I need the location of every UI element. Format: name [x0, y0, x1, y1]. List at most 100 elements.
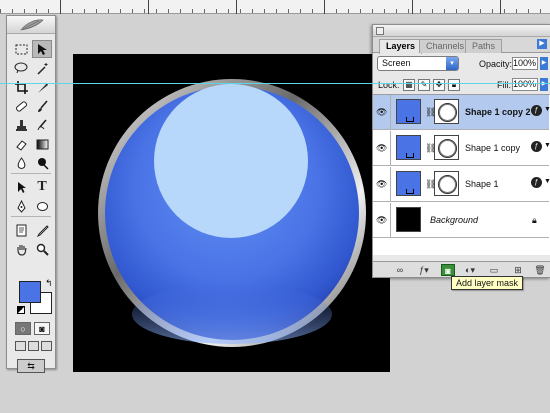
screen-mode-full[interactable] — [41, 341, 52, 351]
layer-thumbnail — [396, 207, 421, 232]
layer-row[interactable]: 👁︎ ⛓ Shape 1 copy 2 ƒ ▼ — [373, 95, 550, 130]
panel-menu-icon[interactable]: ▶ — [537, 39, 547, 49]
screen-mode-menu[interactable] — [28, 341, 39, 351]
visibility-toggle[interactable]: 👁︎ — [373, 95, 391, 130]
expand-effects-icon[interactable]: ▼ — [544, 142, 550, 149]
lock-image-icon[interactable]: ✎ — [418, 79, 430, 91]
lock-transparency-icon[interactable]: ▦ — [403, 79, 415, 91]
layer-row[interactable]: 👁︎ ⛓ Shape 1 copy ƒ ▼ — [373, 131, 550, 166]
horizontal-ruler[interactable] — [0, 0, 550, 14]
link-layers-icon[interactable]: ∞ — [393, 264, 407, 276]
pen-icon[interactable] — [11, 197, 31, 215]
path-select-icon[interactable] — [11, 178, 31, 196]
hand-icon[interactable] — [11, 240, 31, 258]
notes-icon[interactable] — [11, 221, 31, 239]
toolbox-divider — [11, 216, 51, 219]
brush-icon[interactable] — [32, 97, 52, 115]
blur-icon[interactable] — [11, 154, 31, 172]
layer-thumbnail — [396, 171, 421, 196]
opacity-label: Opacity: — [479, 59, 513, 69]
default-colors-icon[interactable] — [17, 306, 25, 314]
lock-all-icon[interactable]: 🔒︎ — [448, 79, 460, 91]
visibility-toggle[interactable]: 👁︎ — [373, 131, 391, 166]
eye-icon[interactable]: 👁︎ — [376, 107, 388, 117]
type-icon[interactable]: T — [32, 178, 52, 196]
toolbox-header[interactable] — [7, 16, 55, 34]
fill-field[interactable]: 100% — [512, 78, 538, 91]
fill-label: Fill: — [497, 80, 511, 90]
expand-effects-icon[interactable]: ▼ — [544, 106, 550, 113]
fx-icon[interactable]: ƒ — [531, 105, 542, 116]
screen-mode-standard[interactable] — [15, 341, 26, 351]
fx-icon[interactable]: ƒ — [531, 141, 542, 152]
feather-icon[interactable] — [19, 18, 45, 32]
zoom-icon[interactable] — [32, 240, 52, 258]
new-group-icon[interactable]: ▭ — [487, 264, 501, 276]
layer-row[interactable]: 👁︎ Background 🔒︎ — [373, 203, 549, 238]
lock-label: Lock: — [378, 80, 400, 90]
visibility-toggle[interactable]: 👁︎ — [373, 167, 391, 202]
swap-colors-icon[interactable]: ↰ — [45, 278, 53, 289]
eye-icon[interactable]: 👁︎ — [376, 179, 388, 189]
opacity-field[interactable]: 100% — [512, 57, 538, 70]
vector-mask-thumbnail[interactable] — [434, 171, 459, 196]
blend-mode-value: Screen — [382, 58, 411, 68]
magic-wand-icon[interactable] — [32, 59, 52, 77]
visibility-toggle[interactable]: 👁︎ — [373, 203, 391, 238]
slice-icon[interactable] — [32, 78, 52, 96]
close-icon[interactable] — [376, 27, 384, 35]
tab-layers[interactable]: Layers — [379, 39, 423, 54]
shape-icon[interactable] — [32, 197, 52, 215]
adjustment-layer-icon[interactable]: ◐▾ — [463, 264, 477, 276]
ruler-tick — [500, 0, 501, 14]
lock-position-icon[interactable]: ✥ — [433, 79, 445, 91]
tab-paths[interactable]: Paths — [465, 39, 503, 53]
glass-orb-artwork — [98, 79, 366, 347]
expand-effects-icon[interactable]: ▼ — [544, 178, 550, 185]
fx-icon[interactable]: ƒ — [531, 177, 542, 188]
lasso-icon[interactable] — [11, 59, 31, 77]
tab-channels[interactable]: Channels — [419, 39, 472, 53]
quick-mask-button[interactable]: ◙ — [34, 322, 50, 335]
tool-grid: T — [11, 40, 53, 259]
new-layer-icon[interactable]: ⊞ — [511, 264, 525, 276]
crop-icon[interactable] — [11, 78, 31, 96]
layer-thumbnail — [396, 135, 421, 160]
eyedropper-icon[interactable] — [32, 221, 52, 239]
eye-icon[interactable]: 👁︎ — [376, 143, 388, 153]
chevron-down-icon: ▾ — [446, 57, 458, 70]
blend-mode-select[interactable]: Screen ▾ — [377, 56, 459, 71]
move-icon[interactable] — [32, 40, 52, 58]
layer-thumbnail — [396, 99, 421, 124]
dodge-icon[interactable] — [32, 154, 52, 172]
panel-titlebar[interactable] — [373, 25, 550, 37]
layer-row[interactable]: 👁︎ ⛓ Shape 1 ƒ ▼ — [373, 167, 550, 202]
vector-mask-thumbnail[interactable] — [434, 135, 459, 160]
eraser-icon[interactable] — [11, 135, 31, 153]
vector-mask-thumbnail[interactable] — [434, 99, 459, 124]
document-canvas[interactable] — [73, 54, 390, 372]
gradient-icon[interactable] — [32, 135, 52, 153]
fill-arrow-icon[interactable]: ▶ — [540, 78, 548, 91]
jump-to-imageready-button[interactable]: ⇆ — [17, 359, 45, 373]
ruler-tick — [236, 0, 237, 14]
healing-icon[interactable] — [11, 97, 31, 115]
eye-icon[interactable]: 👁︎ — [376, 215, 388, 225]
layer-list: 👁︎ ⛓ Shape 1 copy 2 ƒ ▼ 👁︎ ⛓ Shape 1 cop… — [373, 95, 550, 255]
blend-row: Screen ▾ Opacity: 100% ▶ — [373, 53, 550, 75]
marquee-icon[interactable] — [11, 40, 31, 58]
horizontal-guide[interactable] — [0, 83, 550, 84]
trash-icon[interactable]: 🗑︎ — [533, 264, 547, 276]
layers-panel: Layers Channels Paths ▶ Screen ▾ Opacity… — [372, 24, 550, 278]
stamp-icon[interactable] — [11, 116, 31, 134]
layer-name: Shape 1 copy — [465, 143, 521, 153]
fx-icon[interactable]: ƒ▾ — [417, 264, 431, 276]
standard-mode-button[interactable]: ○ — [15, 322, 31, 335]
foreground-color-swatch[interactable] — [19, 281, 41, 303]
ruler-tick — [148, 0, 149, 14]
history-brush-icon[interactable] — [32, 116, 52, 134]
opacity-arrow-icon[interactable]: ▶ — [540, 57, 548, 70]
layers-panel-footer: ∞ ƒ▾ ◙ ◐▾ ▭ ⊞ 🗑︎ — [373, 261, 550, 277]
ruler-tick — [60, 0, 61, 14]
add-mask-icon[interactable]: ◙ — [441, 264, 455, 276]
